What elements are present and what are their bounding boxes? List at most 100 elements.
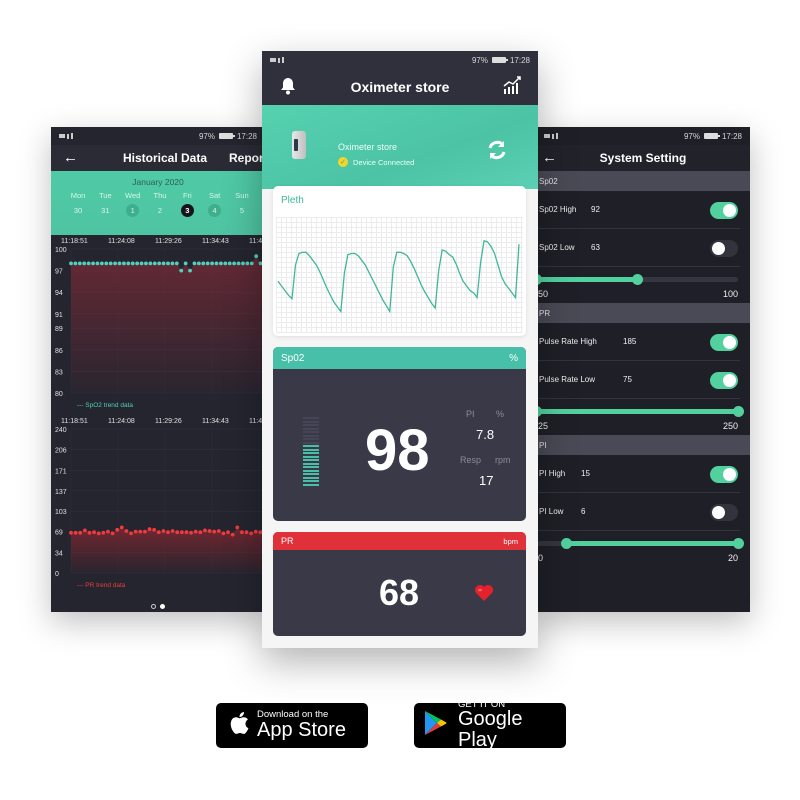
settings-row: Pulse Rate Low 75: [536, 361, 740, 399]
data-point: [82, 528, 87, 533]
weekday: Fri: [182, 191, 192, 200]
settings-row: Pulse Rate High 185: [536, 323, 740, 361]
slider-max-label: 100: [722, 289, 738, 299]
oximeter-device-image: [292, 131, 306, 159]
slider-handle[interactable]: [561, 538, 573, 549]
page-dot[interactable]: [151, 604, 156, 609]
settings-section-header: PR: [536, 303, 750, 323]
signal-icon: [544, 133, 558, 139]
alarm-toggle[interactable]: [710, 334, 738, 351]
data-point: [91, 261, 95, 266]
data-point: [170, 529, 175, 533]
data-point: [179, 268, 184, 273]
calendar-date[interactable]: 4: [208, 204, 222, 217]
device-name: Oximeter store: [338, 142, 398, 152]
calendar-date[interactable]: 30: [72, 204, 85, 217]
data-point: [227, 261, 232, 266]
y-tick-label: 103: [55, 509, 67, 516]
calendar-date[interactable]: 1: [126, 204, 140, 217]
data-point: [133, 529, 138, 534]
data-point: [86, 261, 91, 266]
y-tick-label: 83: [55, 369, 63, 376]
x-tick-label: 11:4: [249, 238, 262, 245]
status-bar: 97% 17:28: [536, 127, 750, 145]
clock: 17:28: [509, 55, 530, 65]
alarm-toggle[interactable]: [710, 240, 738, 257]
arrow-left-icon[interactable]: ←: [542, 149, 557, 166]
data-point: [192, 261, 197, 266]
bell-icon[interactable]: [280, 77, 296, 98]
data-point: [143, 529, 147, 534]
slider-track[interactable]: [536, 406, 744, 417]
data-point: [170, 261, 175, 266]
level-segment: [303, 452, 319, 454]
level-segment: [303, 427, 319, 430]
data-point: [235, 525, 240, 530]
range-slider[interactable]: 0 20: [536, 531, 750, 567]
level-segment: [303, 480, 319, 482]
pr-trend-svg: 11:18:51 11:24:08 11:29:26 11:34:43 11:4 240 2…: [55, 418, 265, 589]
data-point: [253, 529, 258, 534]
data-point: [130, 261, 135, 266]
slider-track[interactable]: [536, 538, 744, 549]
data-point: [87, 530, 92, 535]
data-point: [212, 529, 217, 534]
data-point: [69, 530, 73, 535]
slider-handle[interactable]: [733, 538, 744, 549]
settings-row-value: 6: [581, 507, 586, 516]
slider-track[interactable]: [536, 274, 738, 285]
apple-logo-icon: [229, 711, 249, 740]
calendar-date-selected[interactable]: 3: [180, 204, 194, 217]
google-play-badge[interactable]: GET IT ON Google Play: [414, 700, 566, 751]
range-slider[interactable]: 50 100: [536, 267, 750, 303]
signal-icon: [270, 57, 284, 63]
y-tick-label: 94: [55, 290, 63, 297]
level-segment: [303, 417, 319, 419]
spo2-level-bar: [303, 417, 319, 486]
heart-icon: [474, 584, 494, 607]
alarm-toggle[interactable]: [710, 372, 738, 389]
range-slider[interactable]: 25 250: [536, 399, 750, 435]
data-point: [166, 530, 170, 535]
pr-value: 68: [379, 572, 420, 613]
signal-trend-icon[interactable]: [502, 75, 522, 98]
alarm-toggle[interactable]: [710, 466, 738, 483]
y-tick-label: 100: [55, 247, 67, 254]
pleth-label: Pleth: [281, 195, 304, 206]
page-dot-active[interactable]: [160, 604, 165, 609]
tab-report[interactable]: Repor: [229, 151, 264, 165]
calendar-date[interactable]: 2: [153, 204, 166, 217]
slider-max-label: 250: [722, 421, 738, 431]
data-point: [210, 261, 214, 266]
data-point: [230, 532, 235, 537]
alarm-toggle[interactable]: [710, 504, 738, 521]
level-segment: [303, 438, 319, 440]
weekday: Wed: [125, 191, 141, 200]
data-point: [129, 531, 133, 536]
calendar-date[interactable]: 31: [99, 204, 112, 217]
settings-section-header: Sp02: [536, 171, 750, 191]
y-tick-label: 206: [55, 447, 67, 454]
refresh-icon[interactable]: [486, 139, 508, 166]
device-status-text: Device Connected: [353, 157, 415, 167]
y-tick-label: 86: [55, 348, 63, 355]
level-segment: [303, 469, 319, 472]
data-point: [95, 261, 100, 266]
data-point: [174, 261, 179, 266]
clock: 17:28: [721, 131, 742, 141]
calendar-strip: January 2020 Mon Tue Wed Thu Fri Sat Sun…: [51, 171, 265, 235]
resp-unit: rpm: [495, 455, 511, 465]
battery-percent: 97%: [471, 55, 488, 65]
alarm-toggle[interactable]: [710, 202, 738, 219]
pr-card-header: PR bpm: [273, 532, 526, 550]
weekday: Thu: [153, 191, 167, 200]
settings-row-value: 92: [591, 205, 600, 214]
calendar-date[interactable]: 5: [235, 204, 248, 217]
settings-row: Sp02 High 92: [536, 191, 740, 229]
app-store-badge[interactable]: Download on the App Store: [216, 703, 368, 748]
spo2-trend-chart: 11:18:51 11:24:08 11:29:26 11:34:43 11:4 100 9…: [51, 235, 265, 415]
slider-handle[interactable]: [733, 406, 744, 417]
arrow-left-icon[interactable]: ←: [63, 149, 78, 166]
data-point: [216, 529, 221, 533]
slider-handle[interactable]: [632, 274, 643, 285]
